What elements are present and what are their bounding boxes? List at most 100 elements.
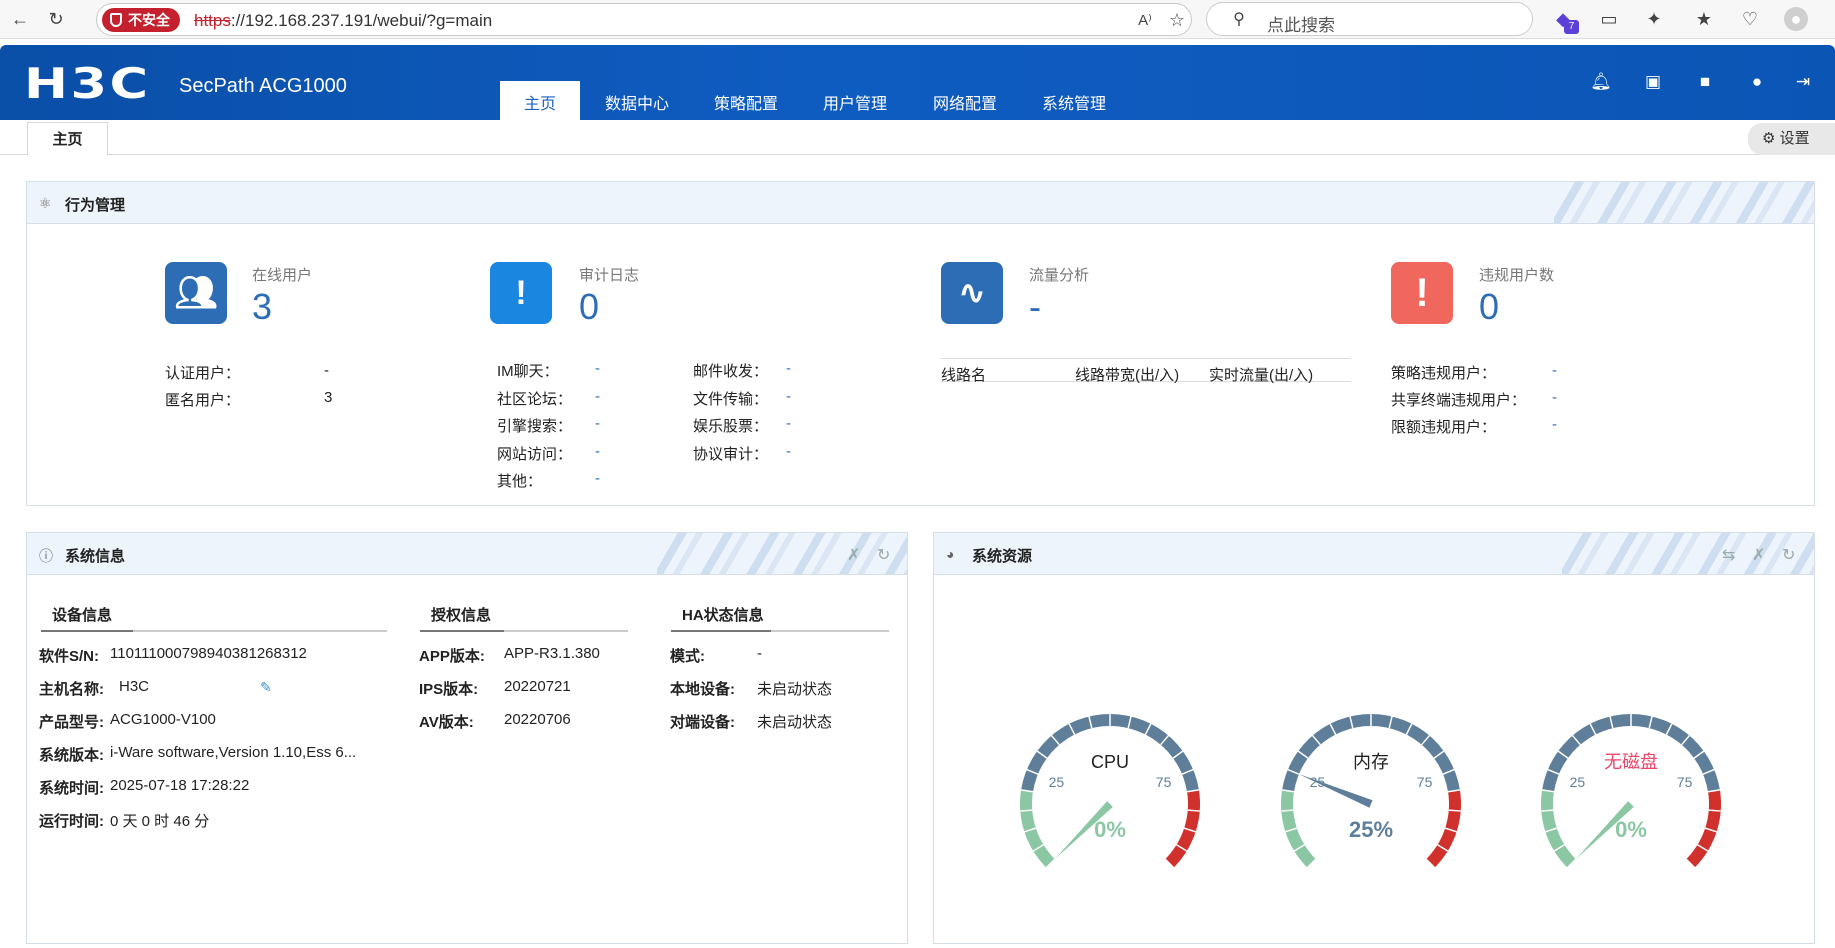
audit-item-value: -: [595, 470, 600, 487]
gauge-tick-label: 75: [1417, 774, 1433, 790]
gauge-tick: [1541, 809, 1554, 812]
nav-user-mgmt[interactable]: 用户管理: [812, 81, 898, 120]
favorite-star-icon[interactable]: ☆: [1165, 8, 1189, 32]
extension-badge: 7: [1564, 20, 1579, 34]
browser-search-box[interactable]: ⚲ 点此搜索: [1206, 2, 1533, 36]
profile-avatar[interactable]: ●: [1784, 7, 1808, 31]
ha-field-label: 模式:: [670, 648, 705, 665]
device-field-label: 软件S/N:: [39, 648, 100, 665]
unlink-icon[interactable]: ✗: [1752, 545, 1765, 565]
license-info-heading: 授权信息: [431, 607, 492, 624]
traffic-label: 流量分析: [1029, 267, 1090, 284]
logout-icon[interactable]: ⇥: [1792, 72, 1814, 94]
audit-item-label: 娱乐股票：: [693, 418, 769, 435]
online-users-label: 在线用户: [252, 267, 313, 284]
device-field-label: 主机名称:: [39, 681, 104, 698]
license-field-label: AV版本:: [419, 714, 474, 731]
resources-panel-header: ◕ 系统资源 ⇆ ✗ ↻: [934, 533, 1814, 575]
shield-icon: [110, 13, 122, 27]
gauge-arc-green: [1020, 789, 1055, 868]
license-field-value: 20220706: [504, 711, 571, 728]
back-icon[interactable]: ←: [8, 7, 32, 31]
device-field-value: H3C: [119, 678, 150, 695]
audit-item-label: 网站访问：: [497, 445, 573, 463]
ha-field-value: -: [757, 645, 762, 662]
policy-violation-value: -: [1552, 362, 1557, 379]
shared-terminal-value: -: [1552, 389, 1557, 406]
gauge-value: 25%: [1349, 817, 1393, 842]
license-field-label: IPS版本:: [419, 681, 479, 698]
device-field-label: 系统版本:: [39, 747, 104, 764]
nav-home[interactable]: 主页: [500, 81, 580, 120]
audit-item-value: -: [595, 415, 600, 432]
audit-item-label: 协议审计：: [693, 445, 769, 463]
nav-system-mgmt[interactable]: 系统管理: [1031, 81, 1117, 120]
read-aloud-icon[interactable]: A⁾: [1133, 8, 1157, 32]
user-icon[interactable]: ●: [1746, 72, 1768, 94]
ha-field-label: 对端设备:: [670, 714, 735, 731]
violation-alert-icon: !: [1391, 262, 1453, 324]
desktop-icon[interactable]: ▭: [1597, 7, 1621, 31]
audit-item-value: -: [786, 360, 791, 377]
lock-icon[interactable]: ■: [1694, 72, 1716, 94]
not-secure-badge[interactable]: 不安全: [102, 8, 180, 32]
gauge-arc-green: [1541, 789, 1576, 868]
favorites-icon[interactable]: ★: [1692, 7, 1716, 31]
heart-pulse-icon[interactable]: ♡: [1738, 7, 1762, 31]
gauge-label: CPU: [1091, 752, 1129, 772]
device-info-heading: 设备信息: [52, 607, 113, 624]
search-icon: ⚲: [1233, 11, 1245, 28]
violations-value: 0: [1479, 286, 1500, 327]
nav-network-config[interactable]: 网络配置: [922, 81, 1008, 120]
audit-item-value: -: [595, 442, 600, 460]
ha-field-label: 本地设备:: [670, 681, 735, 698]
device-info-divider: [41, 630, 387, 632]
panel-title: 系统信息: [65, 548, 126, 565]
gauge-tick: [1708, 809, 1721, 812]
h3c-logo: H3C: [24, 59, 151, 108]
anon-users-label: 匿名用户：: [165, 392, 241, 409]
reload-icon[interactable]: ↻: [44, 7, 68, 31]
header-decoration: [1562, 533, 1814, 574]
device-field-label: 产品型号:: [39, 714, 104, 731]
gauge-arc-red: [1165, 789, 1200, 868]
audit-shield-icon: !: [490, 262, 552, 324]
device-field-value: 110111000798940381268312: [110, 645, 307, 662]
save-icon[interactable]: ▣: [1642, 72, 1664, 94]
bell-icon[interactable]: 🔔︎: [1590, 72, 1612, 94]
unlink-icon[interactable]: ✗: [847, 545, 860, 565]
nav-data-center[interactable]: 数据中心: [594, 81, 680, 120]
license-field-label: APP版本:: [419, 648, 485, 665]
audit-item-label: 邮件收发：: [693, 363, 769, 380]
tab-strip: 主页 ⚙ 设置: [0, 120, 1835, 156]
traffic-table-header: 线路名 线路带宽(出/入) 实时流量(出/入): [941, 358, 1351, 384]
gauge-tick: [1187, 809, 1200, 812]
ha-info-heading: HA状态信息: [682, 607, 764, 624]
tab-home[interactable]: 主页: [27, 122, 108, 156]
gauge-arc-red: [1686, 789, 1721, 868]
quota-violation-value: -: [1552, 416, 1557, 433]
audit-item-value: -: [595, 360, 600, 377]
swap-icon[interactable]: ⇆: [1722, 545, 1735, 565]
audit-item-label: 其他：: [497, 473, 543, 490]
gauge-tick-label: 25: [1049, 774, 1065, 790]
refresh-icon[interactable]: ↻: [877, 545, 890, 565]
puzzle-icon[interactable]: ✦: [1642, 7, 1666, 31]
gear-icon: ⚙: [1762, 130, 1776, 147]
audit-log-label: 审计日志: [579, 267, 640, 284]
refresh-icon[interactable]: ↻: [1782, 545, 1795, 565]
gauge-tick: [1281, 809, 1294, 812]
edit-hostname-icon[interactable]: ✎: [260, 679, 272, 696]
address-bar[interactable]: 不安全 https://192.168.237.191/webui/?g=mai…: [96, 3, 1192, 36]
app-header: H3C SecPath ACG1000 主页 数据中心 策略配置 用户管理 网络…: [0, 45, 1835, 120]
url-text[interactable]: https://192.168.237.191/webui/?g=main: [194, 11, 492, 31]
behavior-panel-header: ⚛ 行为管理: [27, 182, 1814, 224]
nav-policy-config[interactable]: 策略配置: [703, 81, 789, 120]
gauge-value: 0%: [1615, 817, 1647, 842]
device-field-value: 2025-07-18 17:28:22: [110, 777, 250, 794]
gauge-tick-label: 25: [1570, 774, 1586, 790]
device-field-label: 系统时间:: [39, 780, 104, 797]
policy-violation-label: 策略违规用户：: [1391, 365, 1497, 382]
settings-button[interactable]: ⚙ 设置: [1748, 123, 1835, 155]
audit-item-value: -: [786, 387, 791, 405]
